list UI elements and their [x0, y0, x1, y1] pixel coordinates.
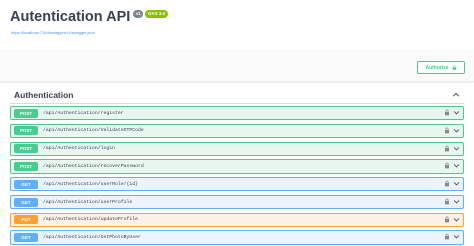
lock-icon[interactable] — [444, 233, 450, 240]
operation-icons — [444, 180, 460, 187]
operations-list: POST/api/Authentication/register POST/api… — [10, 106, 464, 246]
operation-path: /api/Authentication/ValidateOTPCode — [43, 128, 144, 134]
chevron-down-icon[interactable] — [453, 109, 460, 116]
method-badge: PUT — [14, 215, 38, 225]
operation-icons — [444, 233, 460, 240]
lock-icon[interactable] — [444, 180, 450, 187]
chevron-down-icon[interactable] — [453, 162, 460, 169]
lock-icon[interactable] — [444, 162, 450, 169]
api-title: Autentication API — [10, 9, 131, 25]
operation-row[interactable]: GET/api/Authentication/userRole/{id} — [10, 177, 464, 192]
operation-icons — [444, 145, 460, 152]
chevron-down-icon[interactable] — [453, 198, 460, 205]
authorize-label: Authorize — [425, 64, 449, 71]
api-info: Autentication API v1 OAS 3.0 https://loc… — [10, 8, 464, 50]
operation-row[interactable]: POST/api/Authentication/ValidateOTPCode — [10, 123, 464, 138]
chevron-down-icon[interactable] — [453, 145, 460, 152]
chevron-down-icon[interactable] — [453, 216, 460, 223]
method-badge: POST — [14, 126, 38, 136]
method-badge: POST — [14, 144, 38, 154]
operation-row[interactable]: PUT/api/Authentication/updateProfile — [10, 212, 464, 227]
operation-path: /api/Authentication/updateProfile — [43, 217, 138, 223]
method-badge: GET — [14, 197, 38, 207]
chevron-down-icon[interactable] — [453, 180, 460, 187]
authorize-button[interactable]: Authorize — [417, 61, 465, 74]
method-badge: POST — [14, 108, 38, 118]
method-badge: GET — [14, 233, 38, 243]
operation-icons — [444, 109, 460, 116]
chevron-up-icon[interactable] — [452, 91, 460, 99]
tag-section-header[interactable]: Authentication — [10, 86, 464, 104]
operation-path: /api/Authentication/userProfile — [43, 199, 133, 205]
operation-row[interactable]: POST/api/Authentication/login — [10, 141, 464, 156]
tag-name: Authentication — [14, 89, 74, 100]
operation-path: /api/Authentication/recoverPassword — [43, 163, 144, 169]
operation-icons — [444, 127, 460, 134]
oas-badge: OAS 3.0 — [145, 10, 168, 18]
operation-row[interactable]: GET/api/Authentication/GetPhotoByUser — [10, 230, 464, 245]
operation-icons — [444, 216, 460, 223]
spec-url-link[interactable]: https://localhost:7184/swagger/v1/swagge… — [11, 30, 95, 35]
operation-icons — [444, 198, 460, 205]
method-badge: GET — [14, 179, 38, 189]
operation-icons — [444, 162, 460, 169]
lock-icon[interactable] — [444, 216, 450, 223]
lock-icon[interactable] — [444, 127, 450, 134]
lock-icon[interactable] — [444, 109, 450, 116]
operation-path: /api/Authentication/GetPhotoByUser — [43, 235, 141, 241]
scheme-container: Authorize — [0, 50, 474, 82]
operation-row[interactable]: GET/api/Authentication/userProfile — [10, 194, 464, 210]
chevron-down-icon[interactable] — [453, 233, 460, 240]
lock-icon[interactable] — [444, 145, 450, 152]
operation-path: /api/Authentication/register — [43, 110, 124, 116]
operation-path: /api/Authentication/login — [43, 146, 115, 152]
method-badge: POST — [14, 161, 38, 171]
lock-icon[interactable] — [444, 198, 450, 205]
title-row: Autentication API v1 OAS 3.0 — [10, 8, 464, 26]
version-badge: v1 — [133, 10, 144, 18]
operation-path: /api/Authentication/userRole/{id} — [43, 181, 138, 187]
unlock-icon — [452, 65, 456, 70]
operation-row[interactable]: POST/api/Authentication/recoverPassword — [10, 159, 464, 174]
operation-row[interactable]: POST/api/Authentication/register — [10, 106, 464, 121]
chevron-down-icon[interactable] — [453, 127, 460, 134]
